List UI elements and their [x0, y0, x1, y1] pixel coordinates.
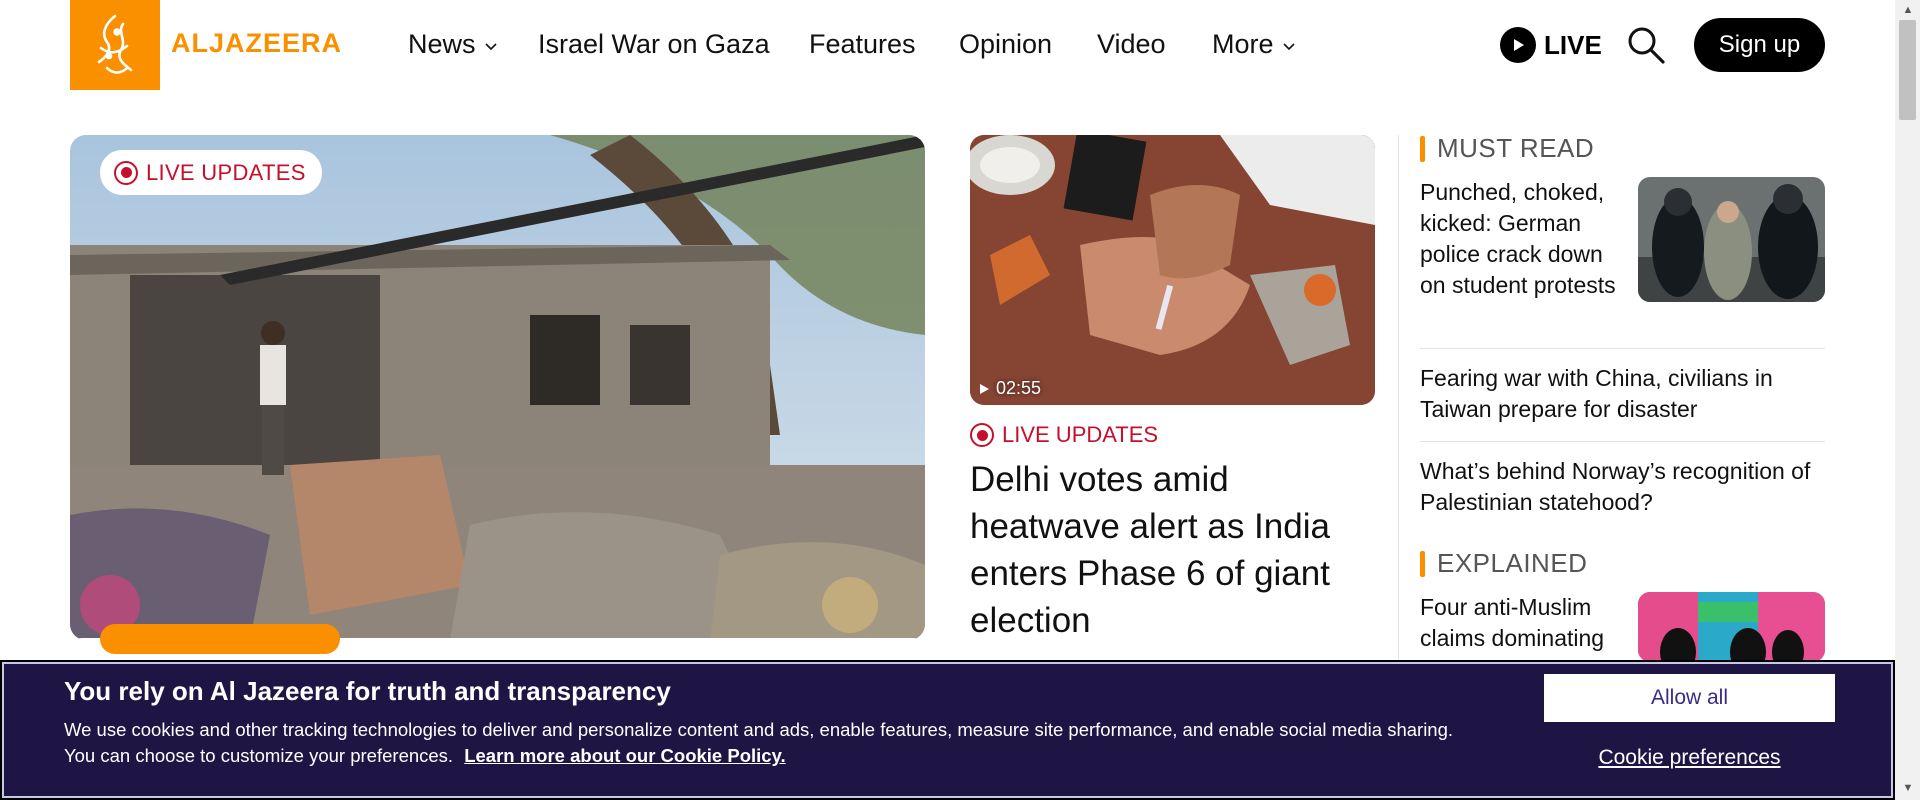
nav-label: Opinion: [959, 28, 1053, 59]
live-dot-icon: [114, 160, 138, 185]
section-accent-bar: [1420, 135, 1425, 162]
chevron-down-icon: [1282, 43, 1295, 51]
explained-thumbnail[interactable]: [1638, 592, 1825, 662]
nav-label: Israel War on Gaza: [538, 28, 770, 59]
scroll-down-icon[interactable]: ▼: [1898, 780, 1918, 796]
aljazeera-logo-icon[interactable]: [70, 0, 160, 90]
search-icon[interactable]: [1625, 24, 1667, 66]
nav-opinion[interactable]: Opinion: [959, 24, 1052, 64]
must-read-item[interactable]: Punched, choked, kicked: German police c…: [1420, 177, 1630, 301]
nav-label: News: [408, 28, 476, 59]
video-photo: [970, 135, 1375, 405]
page-scrollbar[interactable]: [1895, 0, 1920, 800]
nav-more[interactable]: More: [1212, 24, 1296, 64]
column-divider: [1398, 135, 1399, 665]
cookie-title: You rely on Al Jazeera for truth and tra…: [64, 676, 671, 706]
explained-heading: EXPLAINED: [1420, 548, 1587, 579]
badge-label: LIVE UPDATES: [146, 159, 306, 185]
scroll-up-icon[interactable]: ▲: [1898, 2, 1918, 18]
scrollbar-thumb[interactable]: [1899, 20, 1916, 120]
hero-article-image[interactable]: LIVE UPDATES: [70, 135, 925, 640]
section-title: EXPLAINED: [1437, 548, 1588, 578]
play-icon: [1500, 27, 1536, 63]
nav-video[interactable]: Video: [1097, 24, 1166, 64]
must-read-thumbnail[interactable]: [1638, 177, 1825, 302]
nav-label: Features: [809, 28, 916, 59]
nav-label: Video: [1097, 28, 1166, 59]
badge-label: LIVE UPDATES: [1002, 422, 1159, 447]
article-headline[interactable]: Delhi votes amid heatwave alert as India…: [970, 456, 1370, 644]
must-read-item[interactable]: What’s behind Norway’s recognition of Pa…: [1420, 456, 1825, 518]
live-label: LIVE: [1544, 29, 1602, 60]
cookie-preferences-link[interactable]: Cookie preferences: [1544, 746, 1835, 770]
duration-label: 02:55: [996, 378, 1042, 398]
nav-israel-war-on-gaza[interactable]: Israel War on Gaza: [538, 24, 770, 64]
hero-category-tag: [100, 624, 340, 654]
brand-wordmark[interactable]: ALJAZEERA: [171, 28, 342, 59]
nav-features[interactable]: Features: [809, 24, 916, 64]
cookie-banner: You rely on Al Jazeera for truth and tra…: [0, 660, 1895, 800]
live-button[interactable]: LIVE: [1500, 26, 1602, 64]
signup-button[interactable]: Sign up: [1694, 18, 1825, 72]
must-read-item[interactable]: Fearing war with China, civilians in Tai…: [1420, 363, 1825, 425]
nav-label: More: [1212, 28, 1274, 59]
video-duration: 02:55: [978, 378, 1041, 399]
play-icon: [980, 383, 989, 394]
section-title: MUST READ: [1437, 133, 1595, 163]
video-thumbnail[interactable]: 02:55: [970, 135, 1375, 405]
hero-photo: [70, 135, 925, 640]
cookie-policy-link[interactable]: Learn more about our Cookie Policy.: [464, 745, 785, 766]
divider: [1420, 441, 1825, 442]
allow-all-button[interactable]: Allow all: [1544, 674, 1835, 722]
live-dot-icon: [970, 423, 994, 447]
cookie-text: We use cookies and other tracking techno…: [64, 717, 1464, 769]
live-updates-label: LIVE UPDATES: [970, 422, 1158, 448]
divider: [1420, 348, 1825, 349]
nav-news[interactable]: News: [408, 24, 498, 64]
chevron-down-icon: [484, 43, 497, 51]
explained-item[interactable]: Four anti-Muslim claims dominating: [1420, 592, 1630, 654]
must-read-heading: MUST READ: [1420, 133, 1594, 164]
section-accent-bar: [1420, 550, 1425, 577]
live-updates-badge: LIVE UPDATES: [100, 150, 322, 195]
